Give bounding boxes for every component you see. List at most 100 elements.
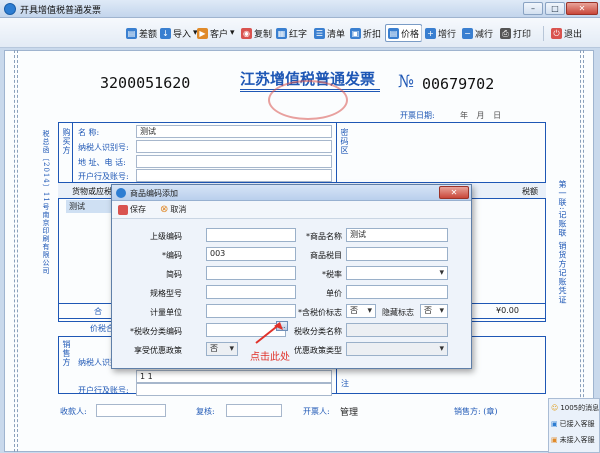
chevron-down-icon: ▾ [230,28,235,38]
connected-service-item[interactable]: ▣ 已接入客服 [551,419,595,429]
left-margin-text: 税总函〔2014〕11号南京印刷有限公司 [42,130,50,275]
print-button[interactable]: ⎙ 打印 [500,25,531,41]
buyer-taxid-field[interactable] [136,140,332,153]
hidden-flag-label: 隐藏标志 [382,308,414,317]
product-name-label: *商品名称 [306,232,342,241]
buyer-side-label: 购买方 [62,128,71,155]
toolbar-separator [543,26,544,41]
exit-button[interactable]: ⏻ 退出 [551,25,582,41]
code-area-divider [336,122,337,182]
invoice-number: 00679702 [422,75,495,93]
chat-icon: ☺ [551,404,559,412]
maximize-button[interactable]: □ [545,2,565,15]
payee-field[interactable] [96,404,166,417]
annotation-arrow-icon [255,322,283,344]
issuer-label: 开票人: [303,407,330,416]
total-tax-value: ¥0.00 [496,306,519,315]
dialog-close-button[interactable]: ✕ [439,186,469,199]
add-row-icon: + [425,27,436,39]
tax-inclusive-label: *含税价标志 [298,308,342,317]
spec-label: 规格型号 [150,289,182,298]
buyer-address-field[interactable] [136,155,332,168]
perforation-right [580,50,584,452]
list-button[interactable]: ☰ 清单 [314,25,345,41]
printer-icon: ⎙ [500,27,511,39]
seller-bank-field[interactable] [136,383,332,396]
dialog-titlebar: 商品编码添加 ✕ [112,185,471,201]
discount-icon: ▣ [350,27,361,39]
import-button[interactable]: ↓ 导入 ▾ [160,25,198,41]
dialog-app-icon [116,188,126,198]
dialog-toolbar: 保存 ⊗ 取消 [112,201,471,219]
seller-sign-label: 销售方: (章) [454,407,498,416]
click-here-hint: 点击此处 [250,352,290,363]
app-icon [4,3,16,15]
tax-rate-select[interactable] [346,266,448,280]
buyer-divider [72,122,73,182]
red-invoice-icon: ▦ [276,27,287,39]
payee-label: 收款人: [60,407,87,416]
issue-date-label: 开票日期: [400,111,435,120]
save-icon [118,204,128,215]
delete-row-button[interactable]: − 减行 [462,25,493,41]
unit-price-input[interactable] [346,285,448,299]
copy-icon: ◉ [241,27,252,39]
import-icon: ↓ [160,27,171,39]
note-label: 注 [341,379,349,388]
buyer-bank-field[interactable] [136,169,332,182]
tax-category-name-input [346,323,448,337]
preferential-policy-select[interactable]: 否 [206,342,238,356]
tax-amount-header: 税额 [522,187,538,196]
tax-item-input[interactable] [346,247,448,261]
price-button[interactable]: ▤ 价格 [385,24,423,42]
list-icon: ☰ [314,27,325,39]
message-notice[interactable]: ☺ 1005的消息 [551,403,599,413]
product-name-input[interactable]: 测试 [346,228,448,242]
preferential-type-select[interactable] [346,342,448,356]
customer-icon: ▶ [197,27,208,39]
customer-button[interactable]: ▶ 客户 ▾ [197,25,235,41]
buyer-bank-label: 开户行及账号: [78,172,129,181]
parent-code-label: 上级编码 [150,232,182,241]
goods-name-header: 货物或应税 [72,187,112,196]
copy-button[interactable]: ◉ 复制 [241,25,272,41]
tax-item-label: 商品税目 [310,251,342,260]
code-area-label: 密码区 [340,128,349,155]
issuer-value: 管理 [340,408,359,418]
right-margin-text: 第一联:记账联 销货方记账凭证 [558,180,567,305]
power-icon: ⏻ [551,27,562,39]
checker-field[interactable] [226,404,282,417]
seller-side-label: 销售方 [62,340,71,367]
invoice-code: 3200051620 [100,74,191,92]
toolbar: ▤ 差额 ↓ 导入 ▾ ▶ 客户 ▾ ◉ 复制 ▦ 红字 ☰ 清单 ▣ 折扣 ▤ 价格 + 增行 − 减… [0,18,600,48]
total-label: 合 [94,307,102,316]
buyer-taxid-label: 纳税人识别号: [78,143,129,152]
hidden-flag-select[interactable]: 否 [420,304,448,318]
dialog-cancel-button[interactable]: ⊗ 取消 [160,204,186,215]
add-row-button[interactable]: + 增行 [425,25,456,41]
short-code-label: 简码 [166,270,182,279]
delete-row-icon: − [462,27,473,39]
preferential-policy-label: 享受优惠政策 [134,346,182,355]
red-invoice-button[interactable]: ▦ 红字 [276,25,307,41]
dialog-save-button[interactable]: 保存 [118,204,146,215]
buyer-name-label: 名 称: [78,128,100,137]
checker-label: 复核: [196,407,215,416]
difference-icon: ▤ [126,27,137,39]
product-code-dialog: 商品编码添加 ✕ 保存 ⊗ 取消 上级编码 *编码 003 简码 规格型号 计量单… [111,184,472,369]
close-window-button[interactable]: ✕ [566,2,598,15]
seller-address-field[interactable]: 1 1 [136,370,332,383]
waiting-service-item[interactable]: ▣ 未接入客服 [551,435,595,445]
code-label: *编码 [162,251,182,260]
perforation-left [14,50,18,452]
tax-category-code-label: *税收分类编码 [130,327,182,336]
issue-date-value: 年 月 日 [460,111,502,120]
service-icon: ▣ [551,436,558,444]
difference-button[interactable]: ▤ 差额 [126,25,157,41]
buyer-name-field[interactable]: 测试 [136,125,332,138]
cancel-icon: ⊗ [160,203,169,215]
buyer-address-label: 地 址、电 话: [78,158,126,167]
discount-button[interactable]: ▣ 折扣 [350,25,381,41]
minimize-button[interactable]: – [523,2,543,15]
tax-inclusive-select[interactable]: 否 [346,304,376,318]
